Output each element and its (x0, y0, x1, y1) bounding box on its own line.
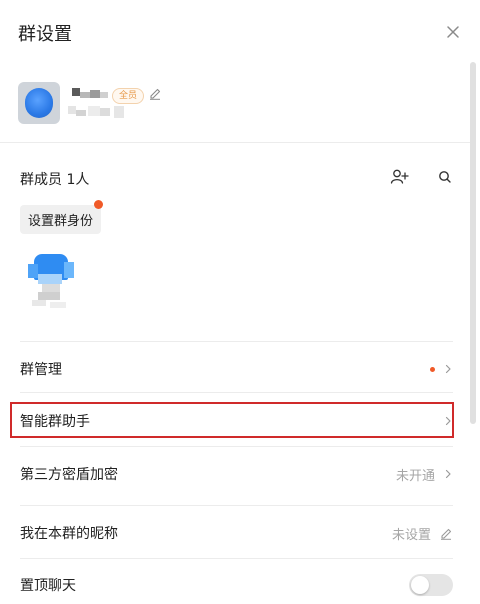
close-icon[interactable] (443, 22, 463, 42)
divider (0, 142, 470, 143)
notification-dot (94, 200, 103, 209)
chevron-right-icon (445, 469, 451, 479)
third-party-encryption-label: 第三方密盾加密 (20, 467, 118, 483)
divider (20, 341, 453, 342)
group-avatar[interactable] (18, 82, 60, 124)
divider (20, 392, 453, 393)
pin-chat-row: 置顶聊天 (20, 566, 453, 604)
my-nickname-value: 未设置 (391, 527, 431, 543)
scrollbar[interactable] (470, 62, 476, 424)
pin-chat-toggle[interactable] (409, 574, 453, 596)
page-title: 群设置 (18, 24, 72, 45)
divider (20, 446, 453, 447)
group-manage-row[interactable]: 群管理 (20, 350, 453, 388)
third-party-encryption-row[interactable]: 第三方密盾加密 未开通 (20, 455, 453, 493)
set-identity-button[interactable]: 设置群身份 (20, 205, 101, 234)
member-badge: 全员 (112, 88, 145, 104)
member-avatar[interactable] (28, 254, 74, 312)
highlight-box (10, 402, 454, 438)
edit-icon[interactable] (148, 86, 162, 100)
chevron-right-icon (445, 364, 451, 374)
members-count: 群成员 1人 (20, 172, 90, 188)
group-manage-label: 群管理 (20, 362, 62, 378)
my-nickname-row[interactable]: 我在本群的昵称 未设置 (20, 514, 453, 552)
search-icon[interactable] (437, 169, 453, 185)
my-nickname-label: 我在本群的昵称 (20, 526, 118, 542)
add-member-icon[interactable] (389, 167, 409, 187)
pin-chat-label: 置顶聊天 (20, 578, 76, 594)
toggle-knob (411, 576, 429, 594)
divider (20, 505, 453, 506)
divider (20, 558, 453, 559)
edit-icon[interactable] (439, 526, 453, 540)
third-party-encryption-value: 未开通 (395, 468, 435, 484)
notification-dot (430, 366, 435, 372)
